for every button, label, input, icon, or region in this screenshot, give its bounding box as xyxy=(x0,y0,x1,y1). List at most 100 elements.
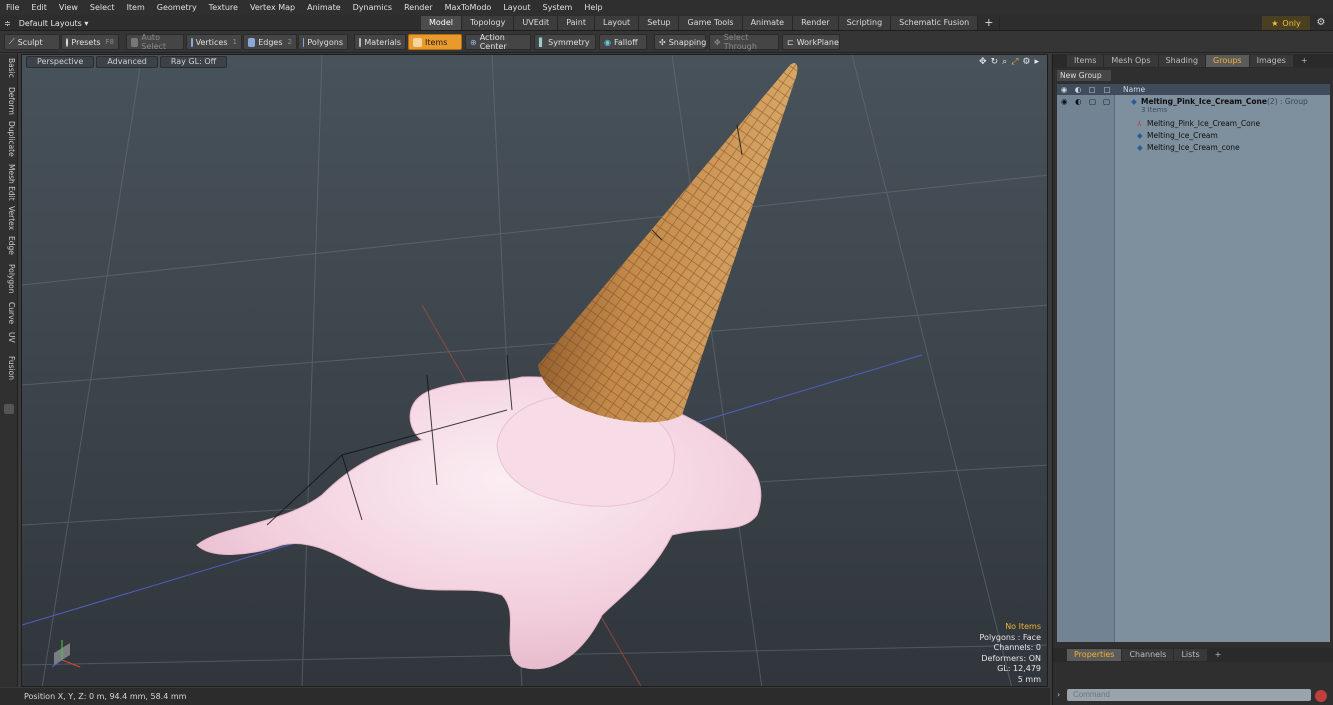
vertices-button[interactable]: Vertices 1 xyxy=(186,34,242,50)
auto-select-label: Auto Select xyxy=(141,33,167,51)
vtab-basic[interactable]: Basic xyxy=(2,58,16,78)
snapping-button[interactable]: ✣ Snapping xyxy=(654,34,706,50)
materials-button[interactable]: Materials xyxy=(354,34,406,50)
gear-icon[interactable]: ⚙ xyxy=(1314,16,1328,30)
tab-lists[interactable]: Lists xyxy=(1174,649,1207,661)
fit-icon[interactable]: ⤢ xyxy=(1011,57,1018,67)
symmetry-button[interactable]: ▌ Symmetry xyxy=(534,34,596,50)
menu-view[interactable]: View xyxy=(53,3,84,12)
tab-schematic-fusion[interactable]: Schematic Fusion xyxy=(891,16,979,30)
menu-vertex-map[interactable]: Vertex Map xyxy=(244,3,301,12)
tree-item-row[interactable]: ◆ Melting_Ice_Cream_cone xyxy=(1057,142,1330,154)
items-button[interactable]: Items xyxy=(408,34,462,50)
menu-file[interactable]: File xyxy=(0,3,25,12)
layout-dropdown[interactable]: ≑ Default Layouts ▾ xyxy=(4,17,88,29)
tree-item-row[interactable]: ⅄ Melting_Pink_Ice_Cream_Cone xyxy=(1057,118,1330,130)
workplane-button[interactable]: ⊏ WorkPlane xyxy=(782,34,840,50)
rotate-icon[interactable]: ↻ xyxy=(991,57,999,67)
menu-dynamics[interactable]: Dynamics xyxy=(347,3,398,12)
command-clear-icon[interactable] xyxy=(1315,690,1327,702)
falloff-icon: ◉ xyxy=(604,37,611,47)
new-group-button[interactable]: New Group xyxy=(1057,70,1111,81)
vtab-curve[interactable]: Curve xyxy=(2,302,16,324)
tab-groups[interactable]: Groups xyxy=(1206,55,1249,67)
menu-layout[interactable]: Layout xyxy=(497,3,536,12)
presets-label: Presets xyxy=(71,37,101,47)
tab-layout[interactable]: Layout xyxy=(594,16,640,30)
viewport-settings-icon[interactable]: ⚙ xyxy=(1022,57,1030,67)
select-column-icon[interactable]: ▢ xyxy=(1099,85,1115,94)
menu-system[interactable]: System xyxy=(537,3,579,12)
raygl-toggle[interactable]: Ray GL: Off xyxy=(159,56,228,68)
presets-icon xyxy=(66,37,69,47)
layout-tabs: Model Topology UVEdit Paint Layout Setup… xyxy=(421,16,1001,30)
menu-animate[interactable]: Animate xyxy=(301,3,347,12)
tab-setup[interactable]: Setup xyxy=(639,16,680,30)
symmetry-icon: ▌ xyxy=(539,37,546,47)
workplane-label: WorkPlane xyxy=(796,37,839,47)
snapping-icon: ✣ xyxy=(659,37,666,47)
vtab-uv[interactable]: UV xyxy=(2,332,16,343)
tab-mesh-ops[interactable]: Mesh Ops xyxy=(1104,55,1158,67)
menu-edit[interactable]: Edit xyxy=(25,3,53,12)
edges-button[interactable]: Edges 2 xyxy=(243,34,297,50)
advanced-dropdown[interactable]: Advanced xyxy=(96,56,158,68)
sculpt-button[interactable]: ⟋ Sculpt xyxy=(4,34,60,50)
menu-render[interactable]: Render xyxy=(398,3,438,12)
tab-scripting[interactable]: Scripting xyxy=(838,16,892,30)
menu-item[interactable]: Item xyxy=(121,3,151,12)
expand-arrow-icon[interactable]: ▸ xyxy=(1034,57,1039,67)
tab-model[interactable]: Model xyxy=(421,16,463,30)
tab-render[interactable]: Render xyxy=(793,16,839,30)
tree-item-label: Melting_Pink_Ice_Cream_Cone xyxy=(1147,119,1261,128)
menu-maxtomodo[interactable]: MaxToModo xyxy=(439,3,498,12)
presets-button[interactable]: Presets F8 xyxy=(61,34,119,50)
tab-images[interactable]: Images xyxy=(1249,55,1293,67)
status-bar: Position X, Y, Z: 0 m, 94.4 mm, 58.4 mm xyxy=(0,688,1050,705)
zoom-icon[interactable]: ⌕ xyxy=(1002,57,1007,67)
vtab-vertex[interactable]: Vertex xyxy=(2,206,16,230)
menu-texture[interactable]: Texture xyxy=(203,3,244,12)
tab-items[interactable]: Items xyxy=(1067,55,1104,67)
vtab-polygon[interactable]: Polygon xyxy=(2,264,16,293)
tree-item-row[interactable]: ◆ Melting_Ice_Cream xyxy=(1057,130,1330,142)
add-properties-tab-icon[interactable]: + xyxy=(1208,649,1229,661)
vtab-mesh-edit[interactable]: Mesh Edit xyxy=(2,164,16,201)
vtab-deform[interactable]: Deform xyxy=(2,87,16,115)
select-through-button[interactable]: ✥ Select Through xyxy=(709,33,779,51)
tab-topology[interactable]: Topology xyxy=(462,16,515,30)
properties-tabs: Properties Channels Lists + xyxy=(1053,648,1333,662)
tree-item-label: Melting_Ice_Cream xyxy=(1147,131,1218,140)
action-center-button[interactable]: ⊕ Action Center xyxy=(465,33,531,51)
tab-animate[interactable]: Animate xyxy=(742,16,794,30)
3d-viewport[interactable]: Perspective Advanced Ray GL: Off ✥ ↻ ⌕ ⤢… xyxy=(21,54,1048,687)
eye-column-icon[interactable]: ◉ xyxy=(1057,85,1071,94)
vtab-fusion[interactable]: Fusion xyxy=(2,356,16,380)
add-tab-icon[interactable]: + xyxy=(978,16,1001,30)
vtab-duplicate[interactable]: Duplicate xyxy=(2,121,16,157)
menu-geometry[interactable]: Geometry xyxy=(151,3,203,12)
view-mode-dropdown[interactable]: Perspective xyxy=(26,56,95,68)
only-button[interactable]: ★ Only xyxy=(1262,16,1310,30)
menu-select[interactable]: Select xyxy=(84,3,121,12)
tree-visibility-columns xyxy=(1057,95,1115,642)
render-column-icon[interactable]: ◐ xyxy=(1071,85,1085,94)
tab-game-tools[interactable]: Game Tools xyxy=(679,16,743,30)
menu-help[interactable]: Help xyxy=(578,3,608,12)
auto-select-button[interactable]: Auto Select xyxy=(126,33,184,51)
polygons-button[interactable]: Polygons xyxy=(298,34,348,50)
collapse-toggle[interactable] xyxy=(4,404,14,414)
layout-expand-icon: ≑ xyxy=(4,18,11,28)
tab-properties[interactable]: Properties xyxy=(1067,649,1122,661)
add-panel-tab-icon[interactable]: + xyxy=(1294,55,1315,67)
falloff-button[interactable]: ◉ Falloff xyxy=(599,34,647,50)
workplane-icon: ⊏ xyxy=(787,37,794,47)
tab-paint[interactable]: Paint xyxy=(558,16,595,30)
lock-column-icon[interactable]: ▢ xyxy=(1085,85,1099,94)
pan-icon[interactable]: ✥ xyxy=(979,57,987,67)
tab-uvedit[interactable]: UVEdit xyxy=(514,16,559,30)
tab-channels[interactable]: Channels xyxy=(1122,649,1174,661)
command-input[interactable] xyxy=(1067,689,1311,701)
tab-shading[interactable]: Shading xyxy=(1158,55,1206,67)
vtab-edge[interactable]: Edge xyxy=(2,236,16,255)
